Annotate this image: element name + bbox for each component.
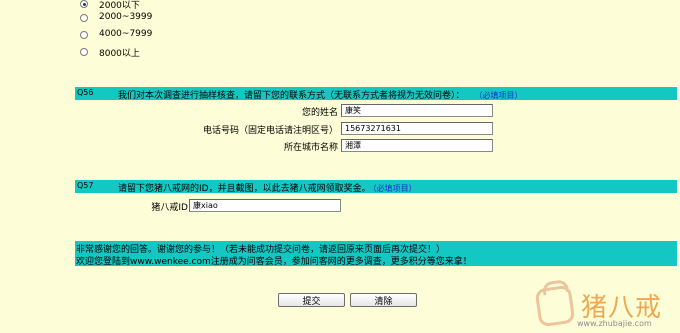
phone-field[interactable]: 15673271631 [341, 122, 493, 135]
required-label: （必填项目） [372, 184, 417, 193]
radio-button[interactable] [80, 31, 88, 39]
income-option-1[interactable]: 2000以下 [80, 0, 140, 11]
name-label: 您的姓名 [301, 108, 338, 118]
question-text: 请留下您猪八戒网的ID，并且截图，以此去猪八戒网领取奖金。 （必填项目） [118, 181, 417, 194]
phone-label: 电话号码（固定电话请注明区号） [202, 126, 338, 136]
q56-text: 我们对本次调查进行抽样核查，请留下您的联系方式（无联系方式者将视为无效问卷）： [118, 91, 465, 101]
city-field[interactable]: 湘潭 [341, 139, 493, 152]
income-option-2[interactable]: 2000~3999 [80, 11, 152, 25]
watermark: 猪八戒 www.zhubajie.com [534, 283, 675, 331]
submit-button[interactable]: 提交 [278, 293, 345, 307]
radio-button[interactable] [80, 48, 88, 56]
thank-you-message: 非常感谢您的回答。谢谢您的参与！（若未能成功提交问卷，请返回原来页面后再次提交！… [75, 241, 677, 267]
zbj-id-field[interactable]: 康xiao [189, 199, 341, 212]
option-label: 4000~7999 [99, 29, 153, 39]
reset-button[interactable]: 清除 [350, 293, 417, 307]
zbj-id-label: 猪八戒ID [151, 203, 188, 213]
income-option-3[interactable]: 4000~7999 [80, 28, 152, 42]
required-label: （必填项目） [478, 91, 523, 100]
option-label: 8000以上 [99, 49, 140, 59]
city-label: 所在城市名称 [283, 143, 338, 153]
question-text: 我们对本次调查进行抽样核查，请留下您的联系方式（无联系方式者将视为无效问卷）： （… [118, 88, 523, 101]
income-option-4[interactable]: 8000以上 [80, 45, 140, 59]
invite-line: 欢迎您登陆到www.wenkee.com注册成为问客会员，参加问客网的更多调查，… [76, 257, 472, 267]
question-number: Q57 [77, 181, 94, 190]
q57-header: Q57 请留下您猪八戒网的ID，并且截图，以此去猪八戒网领取奖金。 （必填项目） [75, 180, 677, 194]
question-number: Q56 [77, 88, 94, 97]
radio-button[interactable] [80, 14, 88, 22]
q57-text: 请留下您猪八戒网的ID，并且截图，以此去猪八戒网领取奖金。 [118, 184, 371, 194]
option-label: 2000以下 [99, 1, 140, 11]
q56-header: Q56 我们对本次调查进行抽样核查，请留下您的联系方式（无联系方式者将视为无效问… [75, 87, 677, 101]
name-field[interactable]: 康笑 [341, 104, 493, 117]
radio-button[interactable] [80, 0, 88, 8]
option-label: 2000~3999 [99, 12, 153, 22]
watermark-url: www.zhubajie.com [577, 319, 652, 328]
pig-logo-icon [534, 284, 576, 328]
